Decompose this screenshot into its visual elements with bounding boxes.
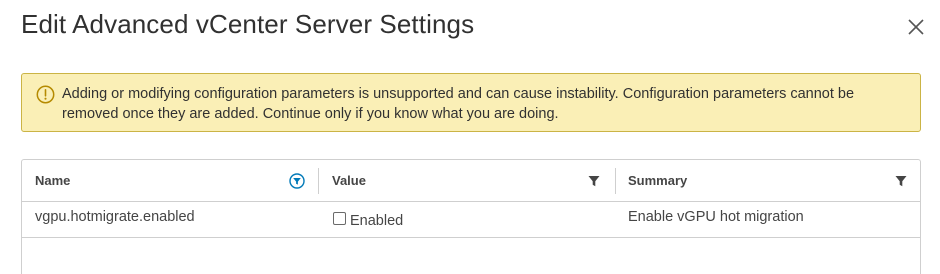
column-header-value-label: Value bbox=[332, 173, 366, 188]
column-header-value[interactable]: Value bbox=[319, 160, 615, 201]
filter-icon[interactable] bbox=[587, 174, 601, 188]
dialog-title: Edit Advanced vCenter Server Settings bbox=[21, 9, 475, 39]
value-enabled-checkbox[interactable] bbox=[333, 212, 346, 225]
datagrid-header: Name Value Summary bbox=[22, 160, 920, 202]
column-header-summary-label: Summary bbox=[628, 173, 688, 188]
warning-circle-icon bbox=[36, 85, 55, 104]
warning-alert-text: Adding or modifying configuration parame… bbox=[62, 86, 855, 122]
row-summary-cell: Enable vGPU hot migration bbox=[628, 209, 804, 225]
edit-advanced-settings-dialog: Edit Advanced vCenter Server Settings Ad… bbox=[0, 0, 940, 274]
warning-alert: Adding or modifying configuration parame… bbox=[21, 73, 921, 132]
filter-active-icon[interactable] bbox=[289, 173, 305, 189]
close-icon[interactable] bbox=[905, 16, 927, 38]
table-row[interactable]: vgpu.hotmigrate.enabled Enabled Enable v… bbox=[22, 202, 920, 238]
row-name-cell: vgpu.hotmigrate.enabled bbox=[35, 209, 195, 225]
column-header-name-label: Name bbox=[35, 173, 71, 188]
column-header-name[interactable]: Name bbox=[22, 160, 318, 201]
value-enabled-label[interactable]: Enabled bbox=[350, 213, 403, 229]
settings-datagrid: Name Value Summary vgpu.hotmigrate.enabl… bbox=[21, 159, 921, 274]
filter-icon[interactable] bbox=[894, 174, 908, 188]
column-header-summary[interactable]: Summary bbox=[616, 160, 920, 201]
